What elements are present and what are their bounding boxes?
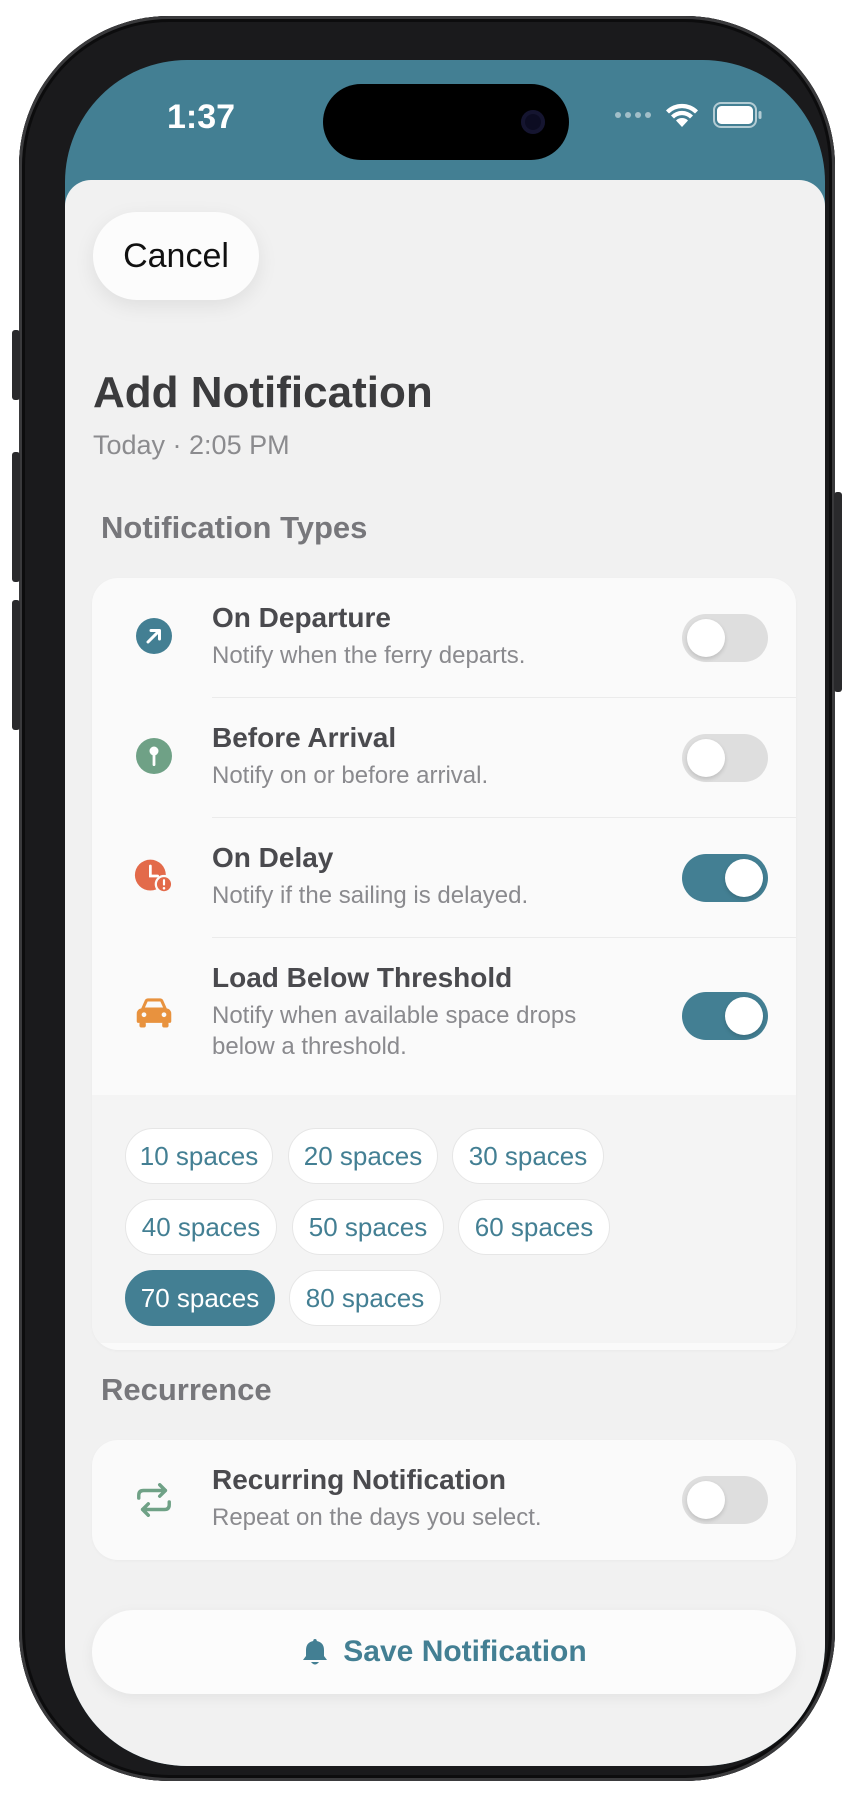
row-description: Notify when available space drops below …	[212, 1002, 577, 1060]
page-title: Add Notification	[93, 368, 433, 417]
threshold-chip-50[interactable]: 50 spaces	[292, 1199, 444, 1255]
row-title: Load Below Threshold	[212, 962, 513, 993]
row-load-below-threshold: Load Below Threshold Notify when availab…	[92, 938, 796, 1095]
battery-icon	[713, 102, 762, 128]
car-icon	[134, 992, 174, 1032]
save-button-label: Save Notification	[343, 1635, 587, 1668]
threshold-chip-70-selected[interactable]: 70 spaces	[125, 1270, 275, 1326]
row-title: On Delay	[212, 842, 334, 873]
recurrence-card: Recurring Notification Repeat on the day…	[92, 1440, 796, 1560]
row-description: Repeat on the days you select.	[212, 1504, 542, 1531]
threshold-chip-20[interactable]: 20 spaces	[288, 1128, 438, 1184]
status-indicators	[615, 102, 763, 128]
row-title: Recurring Notification	[212, 1464, 507, 1495]
screen: 1:37 Cancel Add Notification Today · 2:0…	[65, 60, 825, 1766]
volume-down-button	[12, 600, 20, 730]
action-button	[12, 330, 20, 400]
threshold-chip-60[interactable]: 60 spaces	[458, 1199, 610, 1255]
page-subtitle: Today · 2:05 PM	[93, 430, 290, 460]
toggle-before-arrival[interactable]	[682, 734, 768, 782]
threshold-chip-80[interactable]: 80 spaces	[289, 1270, 441, 1326]
cancel-button[interactable]: Cancel	[93, 212, 259, 300]
section-label-recurrence: Recurrence	[101, 1372, 272, 1407]
threshold-chip-40[interactable]: 40 spaces	[125, 1199, 277, 1255]
row-recurring-notification: Recurring Notification Repeat on the day…	[92, 1440, 796, 1560]
toggle-on-delay[interactable]	[682, 854, 768, 902]
status-time: 1:37	[167, 98, 236, 136]
notification-types-card: On Departure Notify when the ferry depar…	[92, 578, 796, 1350]
camera-icon	[521, 110, 545, 134]
threshold-chips: 10 spaces 20 spaces 30 spaces 40 spaces …	[92, 1095, 796, 1343]
pin-icon	[134, 736, 174, 776]
wifi-icon	[666, 103, 698, 127]
arrow-up-right-icon	[134, 616, 174, 656]
repeat-icon	[134, 1480, 174, 1520]
toggle-recurring-notification[interactable]	[682, 1476, 768, 1524]
row-before-arrival: Before Arrival Notify on or before arriv…	[92, 698, 796, 818]
volume-up-button	[12, 452, 20, 582]
signal-icon	[615, 112, 651, 118]
power-button	[834, 492, 842, 692]
row-title: On Departure	[212, 602, 391, 633]
threshold-chip-10[interactable]: 10 spaces	[125, 1128, 273, 1184]
row-description: Notify if the sailing is delayed.	[212, 882, 529, 909]
clock-alert-icon	[134, 856, 174, 896]
save-notification-button[interactable]: Save Notification	[92, 1610, 796, 1694]
toggle-on-departure[interactable]	[682, 614, 768, 662]
phone-frame: 1:37 Cancel Add Notification Today · 2:0…	[12, 16, 842, 1781]
row-on-delay: On Delay Notify if the sailing is delaye…	[92, 818, 796, 938]
row-title: Before Arrival	[212, 722, 397, 753]
row-description: Notify when the ferry departs.	[212, 642, 526, 669]
toggle-load-below-threshold[interactable]	[682, 992, 768, 1040]
add-notification-sheet: Cancel Add Notification Today · 2:05 PM …	[65, 180, 825, 1766]
bell-icon	[303, 1639, 328, 1665]
threshold-chip-30[interactable]: 30 spaces	[452, 1128, 604, 1184]
row-on-departure: On Departure Notify when the ferry depar…	[92, 578, 796, 698]
dynamic-island	[323, 84, 569, 160]
row-description: Notify on or before arrival.	[212, 762, 489, 789]
section-label-notification-types: Notification Types	[101, 510, 368, 545]
